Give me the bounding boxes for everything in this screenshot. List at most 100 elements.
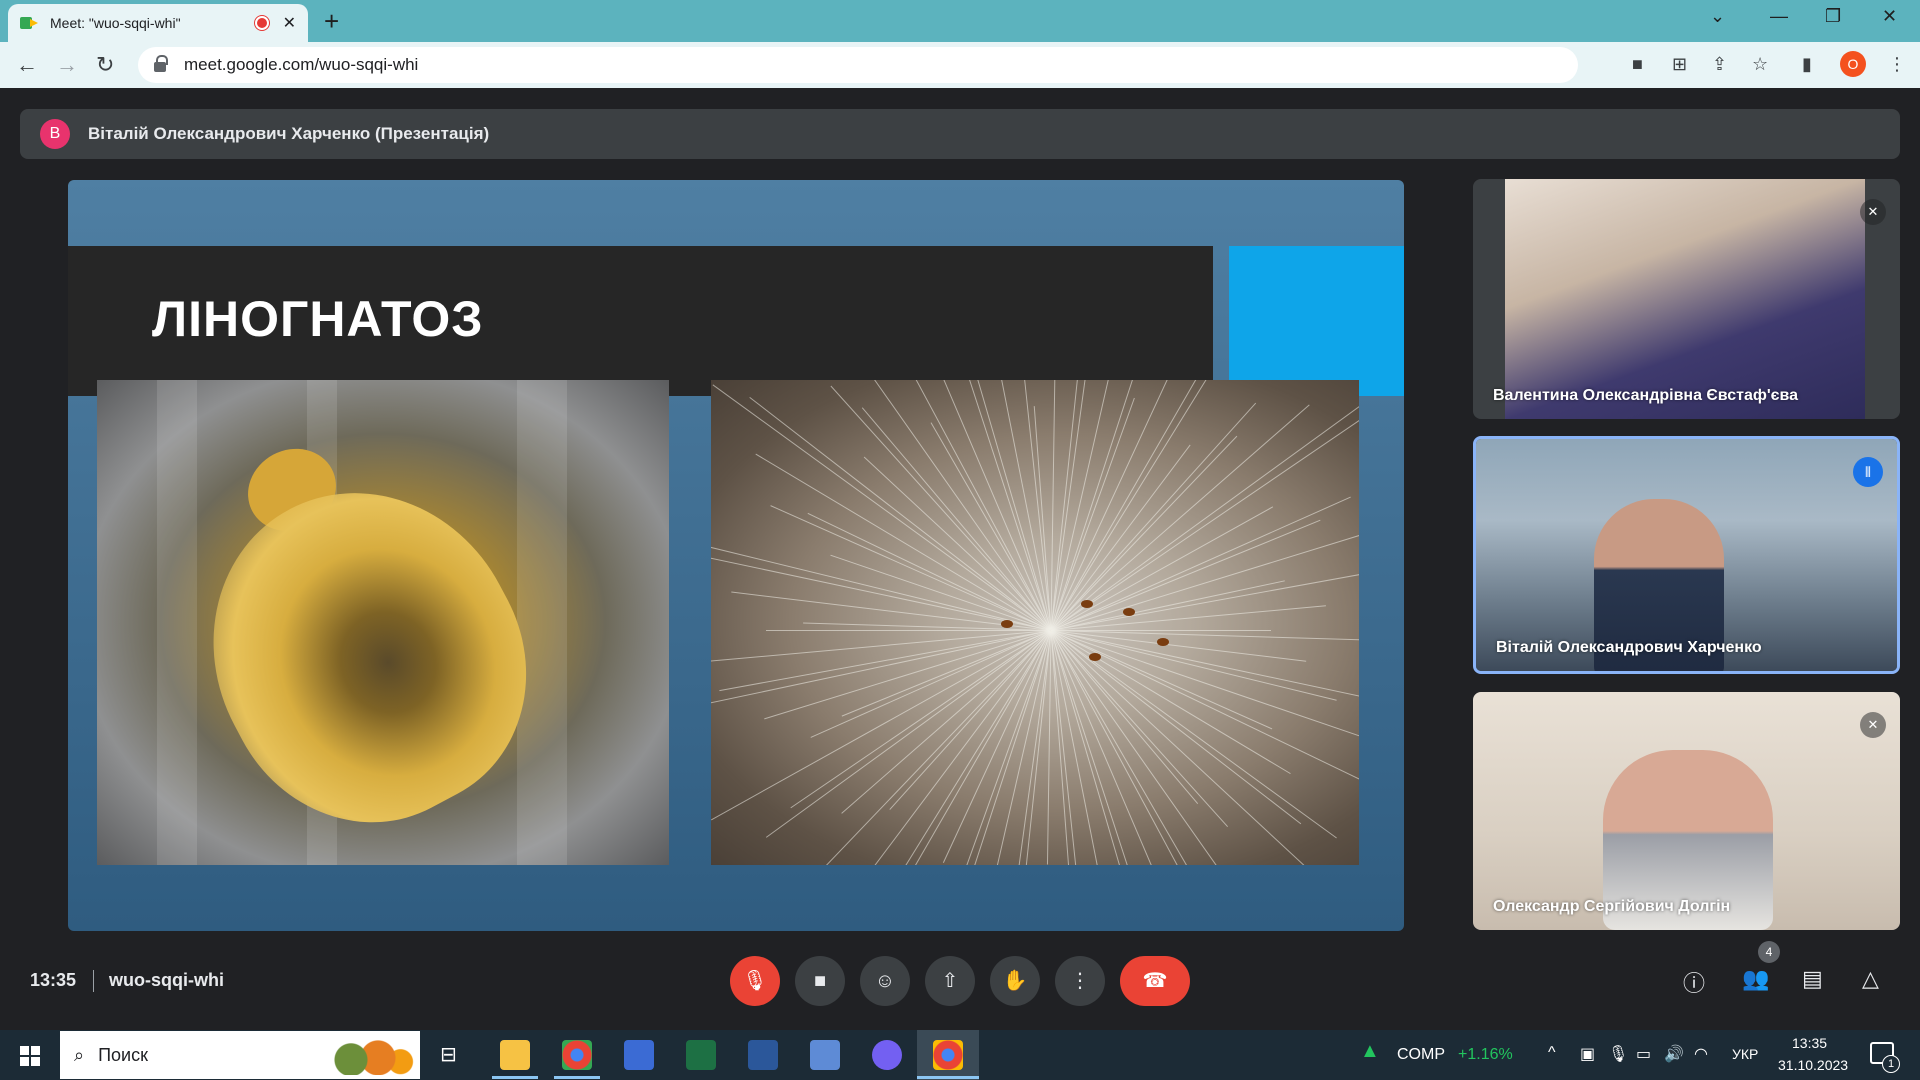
- translate-icon[interactable]: ⊞: [1672, 54, 1687, 75]
- divider: [93, 970, 94, 992]
- end-call-button[interactable]: ☎: [1120, 956, 1190, 1006]
- shared-presentation[interactable]: ЛІНОГНАТОЗ: [68, 180, 1404, 931]
- taskbar-clock-date[interactable]: 31.10.2023: [1778, 1057, 1848, 1073]
- tab-title: Meet: "wuo-sqqi-whi": [50, 15, 181, 31]
- microphone-toggle-button[interactable]: 🎙: [730, 956, 780, 1006]
- participant-tile[interactable]: ✕ Олександр Сергійович Долгін: [1473, 692, 1900, 930]
- close-window-button[interactable]: ✕: [1882, 6, 1897, 27]
- louse-specimen: [1001, 620, 1013, 628]
- profile-avatar[interactable]: O: [1840, 51, 1866, 77]
- chrome-profile-icon[interactable]: [933, 1040, 963, 1070]
- fur-strand: [1050, 630, 1302, 825]
- stock-chart-icon[interactable]: ▲: [1360, 1040, 1380, 1063]
- viber-icon[interactable]: [872, 1040, 902, 1070]
- fur-strand: [810, 630, 1052, 738]
- app-running-indicator: [492, 1076, 538, 1079]
- presenter-bar: В Віталій Олександрович Харченко (Презен…: [20, 109, 1900, 159]
- fur-strand: [889, 630, 1052, 810]
- device-icon[interactable]: ▣: [1580, 1044, 1595, 1064]
- meet-favicon-icon: [20, 15, 38, 31]
- browser-menu-icon[interactable]: ⋮: [1888, 54, 1906, 75]
- taskbar-search[interactable]: ⌕ Поиск: [60, 1031, 420, 1079]
- word-icon[interactable]: [748, 1040, 778, 1070]
- activities-icon[interactable]: △: [1862, 966, 1879, 992]
- reload-button[interactable]: ↻: [96, 52, 114, 78]
- participant-name: Віталій Олександрович Харченко: [1496, 639, 1762, 656]
- speaking-indicator-icon: ⦀: [1853, 457, 1883, 487]
- louse-specimen: [1123, 608, 1135, 616]
- forward-button[interactable]: →: [56, 52, 78, 78]
- stock-name[interactable]: COMP: [1397, 1046, 1445, 1064]
- lock-icon[interactable]: [154, 55, 168, 72]
- start-button[interactable]: [20, 1046, 40, 1066]
- search-placeholder: Поиск: [98, 1044, 148, 1065]
- more-options-button[interactable]: ⋮: [1055, 956, 1105, 1006]
- mic-muted-icon: ✕: [1860, 712, 1886, 738]
- fur-strand: [1050, 496, 1351, 631]
- meeting-info-icon[interactable]: ⓘ: [1683, 966, 1705, 998]
- presenter-avatar: В: [40, 119, 70, 149]
- calculator-icon[interactable]: [810, 1040, 840, 1070]
- participant-tile[interactable]: ✕ Валентина Олександрівна Євстаф'єва: [1473, 179, 1900, 419]
- fur-strand: [896, 630, 1052, 865]
- raise-hand-button[interactable]: ✋: [990, 956, 1040, 1006]
- microphone-tray-icon[interactable]: 🎙: [1608, 1044, 1628, 1064]
- back-button[interactable]: ←: [16, 52, 38, 78]
- slide-title: ЛІНОГНАТОЗ: [152, 291, 484, 347]
- participant-name: Валентина Олександрівна Євстаф'єва: [1493, 387, 1799, 404]
- people-count-badge: 4: [1758, 941, 1780, 963]
- participant-tile-active-speaker[interactable]: ⦀ Віталій Олександрович Харченко: [1473, 436, 1900, 674]
- people-icon[interactable]: 👥: [1742, 966, 1769, 992]
- bookmark-star-icon[interactable]: ☆: [1752, 54, 1768, 75]
- file-explorer-icon[interactable]: [500, 1040, 530, 1070]
- new-tab-button[interactable]: +: [324, 6, 339, 37]
- minimize-button[interactable]: —: [1770, 6, 1788, 27]
- fur-strand: [711, 630, 1052, 821]
- louse-specimen: [1089, 653, 1101, 661]
- louse-specimen: [1081, 600, 1093, 608]
- slide-accent-block: [1229, 246, 1404, 396]
- fur-strand: [1050, 404, 1310, 631]
- louse-micrograph-image: [97, 380, 669, 865]
- chrome-icon[interactable]: [562, 1040, 592, 1070]
- task-view-icon[interactable]: ⊟: [440, 1042, 457, 1067]
- keyboard-language[interactable]: УКР: [1732, 1046, 1758, 1062]
- battery-icon[interactable]: ▭: [1636, 1044, 1651, 1064]
- infested-fur-image: [711, 380, 1359, 865]
- fur-strand: [749, 396, 1052, 631]
- meeting-code: wuo-sqqi-whi: [109, 970, 224, 990]
- taskbar-clock-time[interactable]: 13:35: [1792, 1035, 1827, 1051]
- address-bar[interactable]: meet.google.com/wuo-sqqi-whi: [138, 47, 1578, 83]
- browser-tab[interactable]: Meet: "wuo-sqqi-whi" ✕: [8, 4, 308, 42]
- mic-muted-icon: ✕: [1860, 199, 1886, 225]
- browser-toolbar: ← → ↻ meet.google.com/wuo-sqqi-whi ■ ⊞ ⇪…: [0, 42, 1920, 88]
- fur-strand: [830, 385, 1052, 631]
- emoji-reaction-button[interactable]: ☺: [860, 956, 910, 1006]
- participant-video: [1505, 179, 1865, 419]
- maximize-button[interactable]: ❐: [1825, 6, 1841, 27]
- tab-close-icon[interactable]: ✕: [283, 13, 296, 33]
- save-app-icon[interactable]: [624, 1040, 654, 1070]
- app-running-indicator: [554, 1076, 600, 1079]
- fur-strand: [766, 630, 1051, 631]
- camera-toggle-button[interactable]: ■: [795, 956, 845, 1006]
- fur-strand: [1050, 402, 1257, 631]
- fur-strand: [711, 630, 1052, 668]
- stock-change[interactable]: +1.16%: [1458, 1046, 1513, 1064]
- chat-icon[interactable]: ▤: [1802, 966, 1823, 992]
- side-panel-icon[interactable]: ▮: [1802, 54, 1812, 75]
- fur-strand: [930, 422, 1052, 631]
- recording-indicator-icon: [254, 16, 269, 30]
- search-icon: ⌕: [74, 1044, 85, 1065]
- browser-tab-strip: Meet: "wuo-sqqi-whi" ✕ + ⌄ — ❐ ✕: [0, 0, 1920, 42]
- present-screen-button[interactable]: ⇧: [925, 956, 975, 1006]
- search-highlight-pumpkins-icon: [324, 1037, 414, 1075]
- hidden-icons-chevron-icon[interactable]: ^: [1548, 1044, 1556, 1062]
- share-icon[interactable]: ⇪: [1712, 54, 1727, 75]
- participant-name: Олександр Сергійович Долгін: [1493, 898, 1731, 915]
- volume-icon[interactable]: 🔊: [1664, 1044, 1684, 1064]
- excel-icon[interactable]: [686, 1040, 716, 1070]
- wifi-icon[interactable]: ◠: [1694, 1044, 1708, 1064]
- camera-icon[interactable]: ■: [1632, 54, 1643, 75]
- tab-search-icon[interactable]: ⌄: [1710, 6, 1725, 27]
